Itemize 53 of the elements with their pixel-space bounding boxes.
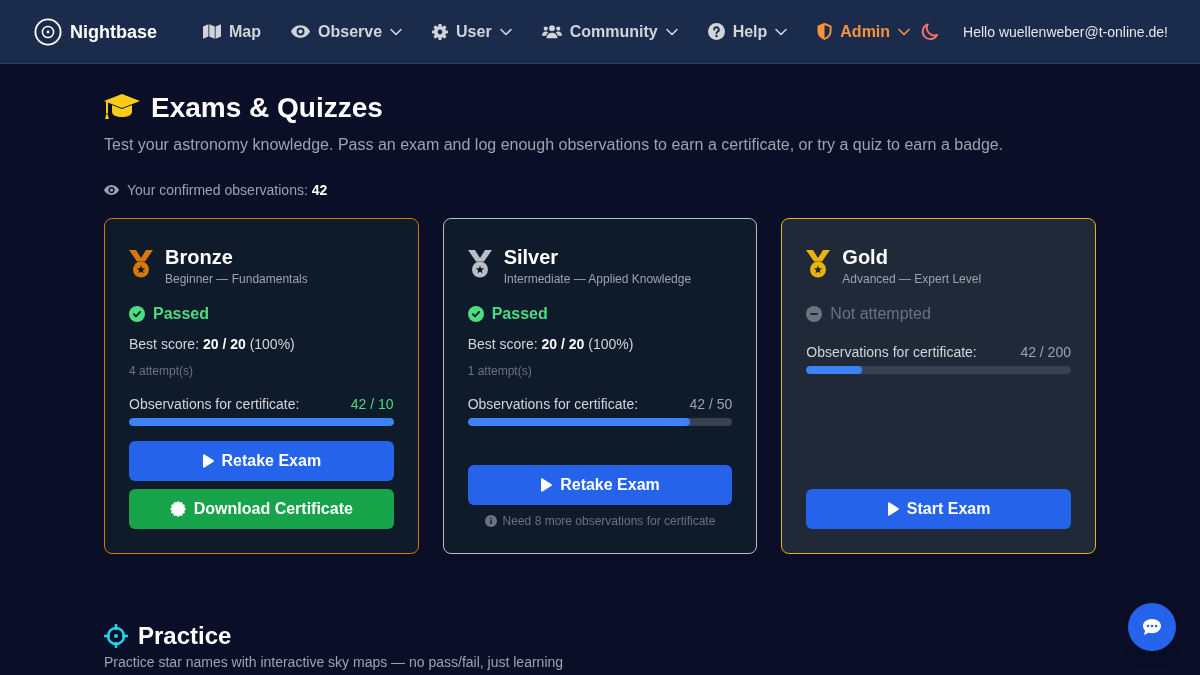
- page-description: Test your astronomy knowledge. Pass an exam and log enough observations to earn a certificate, or try a quiz to earn a badge.: [104, 135, 1005, 155]
- logo-icon: [34, 17, 62, 46]
- status-text: Passed: [491, 304, 548, 324]
- start-exam-button[interactable]: Retake Exam: [129, 441, 394, 481]
- observations-count-text: Your confirmed observations: 42: [127, 181, 328, 200]
- exam-subtitle: Intermediate — Applied Knowledge: [503, 271, 692, 287]
- crosshairs-icon: [104, 624, 128, 648]
- nav-link[interactable]: Observe: [291, 19, 403, 44]
- start-exam-button[interactable]: Retake Exam: [467, 465, 733, 505]
- section-description: Practice star names with interactive sky maps — no pass/fail, just learning: [104, 653, 565, 672]
- exam-subtitle: Beginner — Fundamentals: [165, 271, 308, 287]
- play-icon: [540, 478, 553, 492]
- progress-label: Observations for certificate:: [467, 395, 639, 414]
- graduation-cap-icon: [104, 94, 140, 122]
- nav-link[interactable]: Admin: [817, 19, 911, 44]
- progress-value: 42 / 50: [689, 395, 733, 414]
- status-text: Not attempted: [830, 304, 931, 324]
- nav-link[interactable]: Community: [541, 19, 678, 44]
- play-icon: [886, 502, 899, 516]
- chat-icon: [1142, 618, 1162, 636]
- section-title: Practice: [138, 622, 232, 650]
- start-exam-button[interactable]: Start Exam: [806, 489, 1071, 529]
- note-text: Need 8 more observations for certificate: [502, 513, 716, 529]
- eye-icon: [104, 185, 119, 195]
- shield-icon: [817, 23, 833, 40]
- best-score-text: Best score: 20 / 20 (100%): [467, 335, 635, 354]
- status-text: Passed: [153, 304, 210, 324]
- attempts-text: 4 attempt(s): [129, 363, 195, 379]
- best-score-text: Best score: 20 / 20 (100%): [129, 335, 296, 354]
- nav-link[interactable]: Map: [203, 19, 261, 44]
- users-icon: [541, 24, 562, 39]
- certificate-icon: [169, 501, 186, 517]
- play-icon: [201, 454, 214, 468]
- info-icon: [484, 515, 497, 527]
- nav-link[interactable]: User: [432, 19, 512, 44]
- gear-icon: [432, 23, 449, 40]
- exam-subtitle: Advanced — Expert Level: [842, 271, 982, 287]
- map-icon: [203, 24, 221, 39]
- progress-label: Observations for certificate:: [806, 343, 977, 362]
- progress-label: Observations for certificate:: [129, 395, 300, 414]
- progress-value: 42 / 200: [1020, 343, 1071, 362]
- nav-link[interactable]: Help: [707, 19, 788, 44]
- attempts-text: 1 attempt(s): [467, 363, 533, 379]
- exam-title: Silver: [503, 245, 560, 270]
- exam-title: Gold: [842, 245, 889, 270]
- brand-link[interactable]: Nightbase: [34, 17, 157, 46]
- greeting-text: Hello wuellenweber@t-online.de!: [963, 22, 1168, 42]
- progress-value: 42 / 10: [350, 395, 394, 414]
- exam-title: Bronze: [165, 245, 234, 270]
- eye-icon: [291, 25, 310, 38]
- help-icon: [707, 23, 725, 40]
- page-title: Exams & Quizzes: [151, 91, 383, 125]
- chat-button[interactable]: [1128, 603, 1176, 651]
